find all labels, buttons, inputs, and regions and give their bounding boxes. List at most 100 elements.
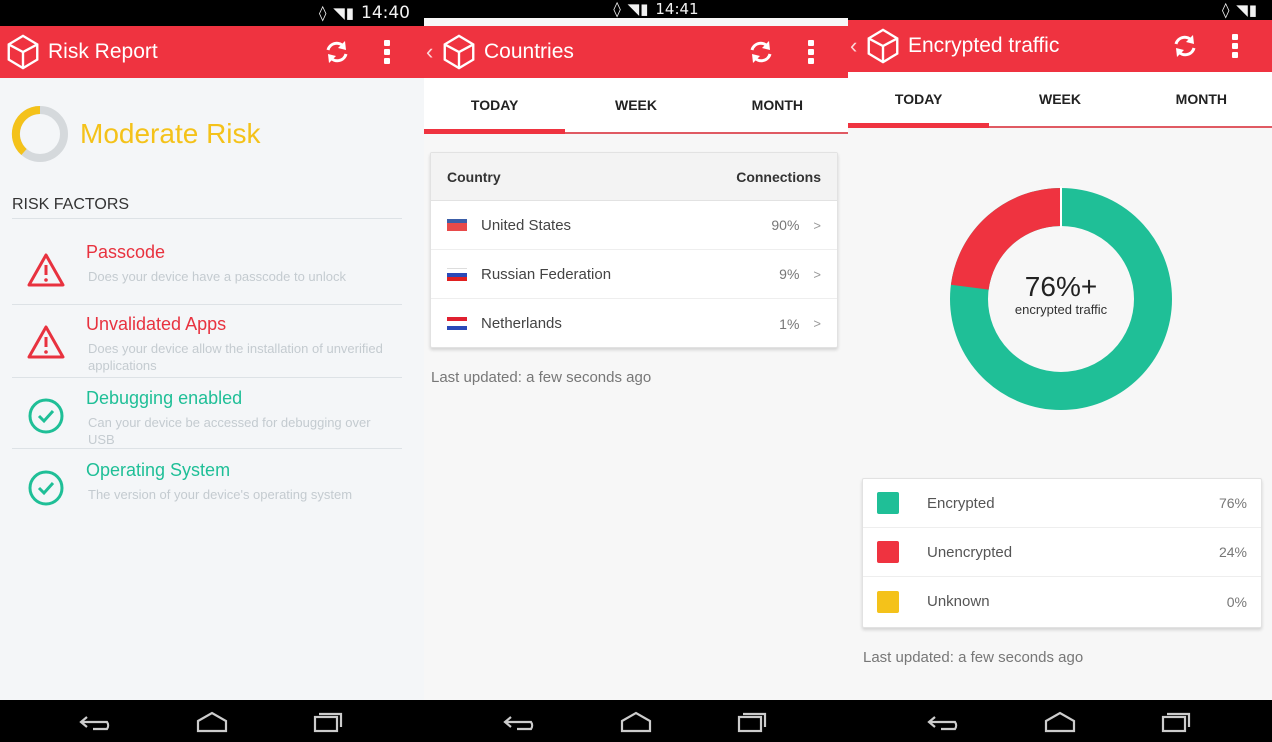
back-chevron-icon[interactable]: ‹ [426, 39, 436, 65]
home-nav-icon[interactable] [1040, 709, 1080, 733]
encrypted-traffic-screen: ◊ ◥▮ ‹ Encrypted traffic TODAY WEEK MONT… [848, 0, 1272, 742]
country-name: United States [481, 216, 572, 234]
app-logo-icon[interactable] [4, 33, 42, 71]
status-time: 14:41 [655, 0, 699, 18]
app-logo-icon[interactable] [864, 27, 902, 65]
table-row[interactable]: Netherlands 1% > [431, 299, 837, 348]
risk-factor-description: The version of your device's operating s… [88, 487, 353, 502]
tab-today[interactable]: TODAY [848, 72, 990, 128]
connections-value: 90% [771, 217, 800, 233]
netherlands-flag-icon [447, 317, 467, 330]
table-row[interactable]: Russian Federation 9% > [431, 250, 837, 299]
overflow-menu-icon[interactable] [808, 40, 814, 64]
column-header-connections: Connections [736, 168, 821, 185]
system-nav-bar [848, 700, 1272, 742]
check-icon [28, 398, 64, 434]
home-nav-icon[interactable] [192, 709, 232, 733]
refresh-icon[interactable] [748, 39, 774, 65]
legend-swatch [877, 590, 899, 613]
tab-month[interactable]: MONTH [1131, 72, 1272, 126]
tab-month[interactable]: MONTH [707, 78, 848, 132]
recents-nav-icon[interactable] [307, 709, 347, 733]
status-bar: ◊ ◥▮ 14:40 [0, 0, 424, 26]
signal-wifi-battery-icons: ◊ ◥▮ [1222, 1, 1258, 19]
divider [12, 304, 402, 305]
risk-factor-name: Unvalidated Apps [86, 314, 227, 334]
check-icon [28, 470, 64, 506]
risk-factor-debugging[interactable]: Debugging enabled Can your device be acc… [14, 382, 404, 452]
risk-factor-description: Does your device have a passcode to unlo… [88, 269, 346, 284]
russia-flag-icon [447, 267, 467, 281]
signal-wifi-battery-icons: ◊ ◥▮ [319, 4, 355, 22]
donut-center-label: encrypted traffic [1015, 302, 1108, 317]
overflow-menu-icon[interactable] [384, 40, 390, 64]
divider [12, 377, 402, 378]
chevron-right-icon: > [813, 217, 821, 233]
system-nav-bar [0, 700, 424, 742]
back-nav-icon[interactable] [501, 709, 541, 733]
legend-label: Encrypted [927, 494, 995, 512]
legend-item-unencrypted: Unencrypted 24% [863, 528, 1261, 577]
divider [12, 218, 402, 219]
legend-item-encrypted: Encrypted 76% [863, 479, 1261, 528]
legend-value: 0% [1226, 593, 1247, 610]
page-title: Risk Report [48, 40, 158, 63]
back-nav-icon[interactable] [925, 709, 965, 733]
warning-icon [27, 325, 65, 359]
refresh-icon[interactable] [324, 39, 350, 65]
page-title: Encrypted traffic [908, 34, 1060, 57]
status-bar: ◊ ◥▮ 14:41 [424, 0, 848, 18]
country-name: Russian Federation [481, 265, 612, 283]
tab-week[interactable]: WEEK [989, 72, 1130, 126]
refresh-icon[interactable] [1172, 33, 1198, 59]
overflow-menu-icon[interactable] [1232, 34, 1238, 58]
back-chevron-icon[interactable]: ‹ [850, 33, 860, 59]
risk-factor-passcode[interactable]: Passcode Does your device have a passcod… [14, 236, 404, 306]
legend-value: 24% [1218, 544, 1247, 560]
risk-summary: Moderate Risk [10, 104, 261, 164]
table-row[interactable]: United States 90% > [431, 201, 837, 250]
risk-report-screen: ◊ ◥▮ 14:40 Risk Report Moderate Risk RIS… [0, 0, 424, 742]
risk-factor-description: Does your device allow the installation … [88, 341, 383, 373]
last-updated: Last updated: a few seconds ago [863, 649, 1084, 666]
recents-nav-icon[interactable] [731, 709, 771, 733]
tab-week[interactable]: WEEK [565, 78, 706, 132]
system-nav-bar [424, 700, 848, 742]
warning-icon [27, 253, 65, 287]
back-nav-icon[interactable] [77, 709, 117, 733]
chevron-right-icon: > [813, 316, 821, 331]
status-bar: ◊ ◥▮ [848, 0, 1272, 20]
tab-today[interactable]: TODAY [424, 78, 566, 134]
risk-factor-name: Passcode [86, 242, 166, 262]
recents-nav-icon[interactable] [1155, 709, 1195, 733]
last-updated: Last updated: a few seconds ago [431, 369, 652, 386]
risk-factor-unvalidated-apps[interactable]: Unvalidated Apps Does your device allow … [14, 308, 404, 378]
risk-factor-operating-system[interactable]: Operating System The version of your dev… [14, 454, 404, 524]
connections-value: 9% [779, 266, 800, 282]
home-nav-icon[interactable] [616, 709, 656, 733]
divider [12, 448, 402, 449]
column-header-country: Country [447, 168, 501, 185]
legend-swatch [877, 541, 899, 563]
period-tabs: TODAY WEEK MONTH [424, 78, 848, 134]
legend-swatch [877, 492, 899, 514]
us-flag-icon [447, 218, 467, 232]
app-logo-icon[interactable] [440, 33, 478, 71]
page-title: Countries [484, 40, 574, 63]
risk-factor-name: Operating System [86, 460, 231, 480]
donut-center-value: 76%+ [1025, 271, 1097, 302]
countries-screen: ◊ ◥▮ 14:41 ‹ Countries TODAY WEEK MONTH [424, 0, 848, 742]
country-name: Netherlands [481, 315, 562, 332]
table-header: Country Connections [431, 153, 837, 201]
traffic-legend: Encrypted 76% Unencrypted 24% Unknown 0% [862, 478, 1262, 628]
encryption-donut-chart: 76%+ encrypted traffic [950, 186, 1172, 410]
risk-factor-name: Debugging enabled [86, 388, 243, 408]
legend-item-unknown: Unknown 0% [863, 577, 1261, 626]
legend-label: Unknown [927, 593, 990, 610]
signal-wifi-battery-icons: ◊ ◥▮ [613, 0, 650, 18]
risk-factor-description: Can your device be accessed for debuggin… [88, 415, 371, 447]
countries-table: Country Connections United States 90% > … [430, 152, 838, 348]
legend-value: 76% [1218, 495, 1247, 511]
status-time: 14:40 [361, 3, 410, 23]
app-bar: ‹ Encrypted traffic [848, 20, 1272, 72]
